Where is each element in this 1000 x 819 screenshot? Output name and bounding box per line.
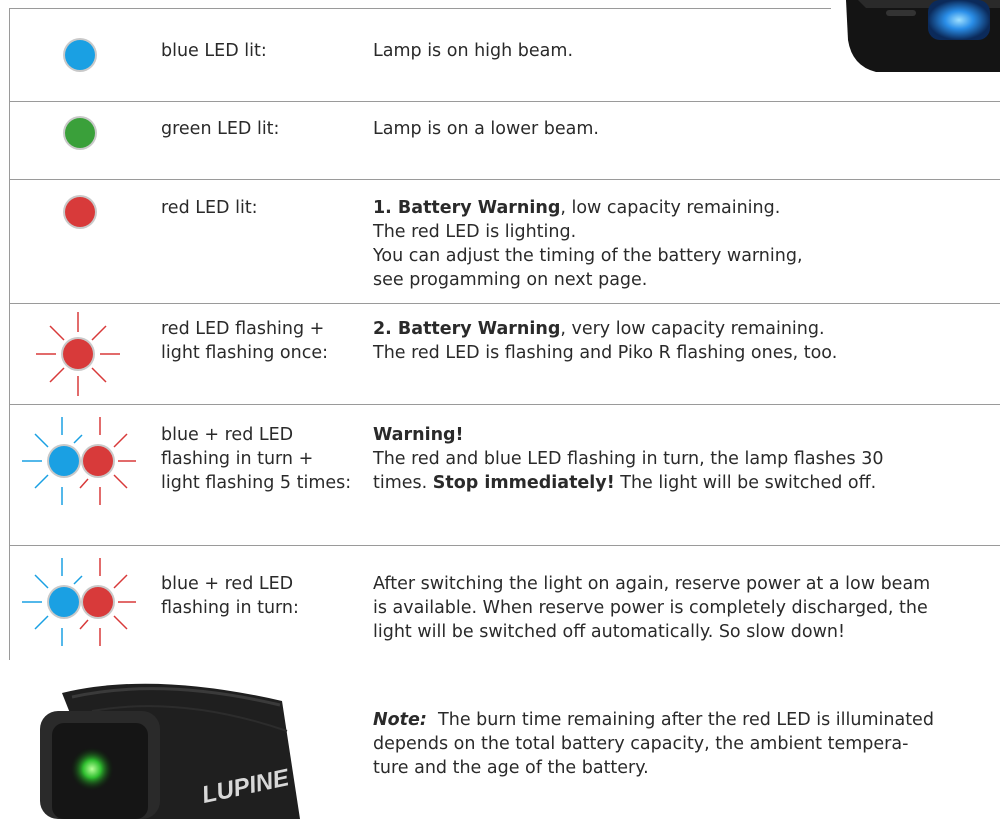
meaning-text: The red and blue LED flashing in turn, t… [373,449,884,469]
status-line: light flashing 5 times: [161,473,352,493]
meaning-line: times. Stop immediately! The light will … [373,471,884,495]
note-line: Note: The burn time remaining after the … [373,708,1000,732]
table-rule [9,545,1000,546]
meaning-reserve: After switching the light on again, rese… [373,572,930,644]
status-line: blue + red LED [161,574,294,594]
meaning-line: Warning! [373,423,884,447]
blue-led-indicator [63,38,97,72]
table-rule [9,303,1000,304]
meaning-text: Lamp is on a lower beam. [373,119,599,139]
meaning-text: After switching the light on again, rese… [373,574,931,594]
blue-led-icon [49,587,79,617]
green-led-glow-icon [70,747,114,791]
table-rule [9,8,831,9]
meaning-text: see progamming on next page. [373,270,648,290]
status-line: red LED flashing + [161,319,325,339]
meaning-line: Lamp is on high beam. [373,39,573,63]
battery-warning-1-heading: 1. Battery Warning [373,198,561,218]
meaning-text: You can adjust the timing of the battery… [373,246,803,266]
status-line: blue LED lit: [161,41,267,61]
meaning-warning: Warning! The red and blue LED flashing i… [373,423,884,495]
meaning-line: 1. Battery Warning, low capacity remaini… [373,196,803,220]
manual-page: blue LED lit: green LED lit: red LED lit… [0,0,1000,819]
blue-led-icon [65,40,95,70]
red-led-indicator [63,195,97,229]
meaning-text: light will be switched off automatically… [373,622,845,642]
status-red: red LED lit: [161,196,258,220]
meaning-text: The light will be switched off. [614,473,877,493]
headband-lamp-photo: LUPINE [40,683,300,819]
meaning-line: see progamming on next page. [373,268,803,292]
status-line: flashing in turn: [161,598,299,618]
meaning-line: The red LED is lighting. [373,220,803,244]
note-line: depends on the total battery capacity, t… [373,734,909,754]
meaning-line: 2. Battery Warning, very low capacity re… [373,317,837,341]
meaning-text: times. [373,473,433,493]
meaning-line: is available. When reserve power is comp… [373,596,930,620]
meaning-text: The red LED is flashing and Piko R flash… [373,343,838,363]
note-paragraph: Note: The burn time remaining after the … [373,708,1000,780]
meaning-text: is available. When reserve power is comp… [373,598,928,618]
note-line: ture and the age of the battery. [373,758,649,778]
green-led-icon [65,118,95,148]
meaning-line: After switching the light on again, rese… [373,572,930,596]
status-reserve: blue + red LED flashing in turn: [161,572,299,620]
status-red-flashing: red LED flashing + light flashing once: [161,317,328,365]
table-rule [9,101,1000,102]
table-left-rule [9,8,10,660]
meaning-text: , very low capacity remaining. [560,319,825,339]
warning-heading: Warning! [373,425,464,445]
meaning-text: Lamp is on high beam. [373,41,574,61]
blue-led-icon [49,446,79,476]
blue-led-glow-icon [928,0,990,40]
meaning-red: 1. Battery Warning, low capacity remaini… [373,196,803,292]
meaning-line: light will be switched off automatically… [373,620,930,644]
red-led-icon [83,587,113,617]
red-led-icon [65,197,95,227]
status-line: green LED lit: [161,119,280,139]
meaning-green: Lamp is on a lower beam. [373,117,599,141]
meaning-line: The red LED is flashing and Piko R flash… [373,341,837,365]
meaning-line: The red and blue LED flashing in turn, t… [373,447,884,471]
lamp-photo [846,0,1000,72]
meaning-blue: Lamp is on high beam. [373,39,573,63]
note-text: The burn time remaining after the red LE… [426,710,934,730]
meaning-line: You can adjust the timing of the battery… [373,244,803,268]
status-green: green LED lit: [161,117,279,141]
status-line: flashing in turn + [161,449,314,469]
battery-warning-2-heading: 2. Battery Warning [373,319,561,339]
green-led-indicator [63,116,97,150]
note-label: Note: [373,710,427,730]
stop-immediately-text: Stop immediately! [432,473,615,493]
status-blue: blue LED lit: [161,39,267,63]
red-led-flashing-indicator [36,312,120,396]
meaning-line: Lamp is on a lower beam. [373,117,599,141]
meaning-text: , low capacity remaining. [560,198,781,218]
status-line: blue + red LED [161,425,294,445]
blue-red-flashing-indicator [22,558,136,646]
red-led-icon [63,339,93,369]
meaning-red-flashing: 2. Battery Warning, very low capacity re… [373,317,837,365]
red-led-icon [83,446,113,476]
status-line: red LED lit: [161,198,258,218]
status-warning: blue + red LED flashing in turn + light … [161,423,351,495]
meaning-text: The red LED is lighting. [373,222,577,242]
table-rule [9,404,1000,405]
table-rule [9,179,1000,180]
blue-red-flashing-indicator [22,417,136,505]
status-line: light flashing once: [161,343,329,363]
